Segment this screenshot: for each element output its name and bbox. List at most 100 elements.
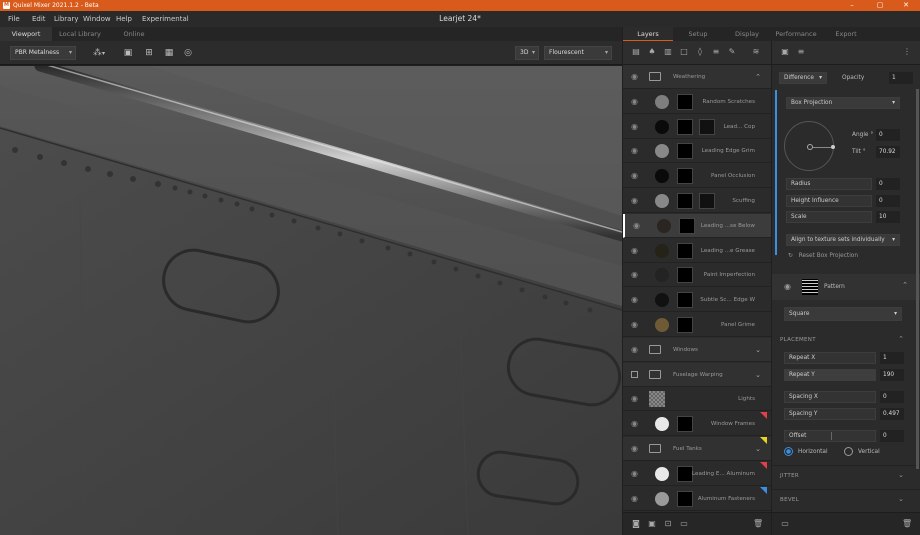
visibility-checkbox[interactable] — [631, 370, 638, 378]
layer-row[interactable]: ◉ Panel Occlusion — [623, 164, 771, 189]
layer-folder[interactable]: ◉ Weathering ⌃ — [623, 65, 771, 89]
layer-row[interactable]: ◉ Panel Grime — [623, 313, 771, 337]
eye-icon[interactable]: ◉ — [631, 313, 638, 337]
blend-mode-dropdown[interactable]: Difference ▾ — [779, 72, 827, 84]
height-influence-input[interactable]: 0 — [876, 195, 900, 207]
menu-window[interactable]: Window — [83, 11, 111, 27]
chevron-down-icon[interactable]: ⌄ — [755, 363, 761, 387]
nodes-icon[interactable]: ⁂▾ — [88, 46, 110, 60]
radius-input[interactable]: 0 — [876, 178, 900, 190]
menu-help[interactable]: Help — [116, 11, 132, 27]
spacing-x-field[interactable]: Spacing X — [784, 391, 876, 403]
more-icon[interactable]: ⋮ — [902, 47, 912, 57]
grid-3x3-icon[interactable]: ▦ — [162, 46, 176, 60]
menu-experimental[interactable]: Experimental — [142, 11, 189, 27]
scale-field[interactable]: Scale — [786, 211, 872, 223]
eye-icon[interactable]: ◉ — [631, 338, 638, 362]
eye-icon[interactable]: ◉ — [631, 288, 638, 312]
add-smart-icon[interactable]: ▣ — [647, 519, 657, 529]
layer-folder[interactable]: ◉ Windows ⌄ — [623, 337, 771, 362]
eye-icon[interactable]: ◉ — [631, 263, 638, 287]
chevron-up-icon[interactable]: ⌃ — [755, 65, 761, 89]
repeat-x-input[interactable]: 1 — [880, 352, 904, 364]
delete-layer-icon[interactable]: 🗑 — [753, 519, 763, 529]
repeat-y-field[interactable]: Repeat Y — [784, 369, 876, 381]
layer-row[interactable]: ◉ Leading E... Aluminum — [623, 461, 771, 486]
drop-icon[interactable]: ◊ — [695, 47, 705, 57]
projection-dropdown[interactable]: Box Projection ▾ — [786, 97, 900, 109]
image-icon[interactable]: ▣ — [121, 46, 135, 60]
eye-icon[interactable]: ◉ — [633, 214, 640, 238]
scale-input[interactable]: 10 — [876, 211, 900, 223]
spacing-x-input[interactable]: 0 — [880, 391, 904, 403]
chevron-down-icon[interactable]: ⌄ — [755, 338, 761, 362]
angle-input[interactable]: 0 — [876, 129, 900, 141]
eye-icon[interactable]: ◉ — [631, 412, 638, 436]
layer-row[interactable]: ◉ Leading ...e Grease — [623, 239, 771, 263]
layer-row[interactable]: ◉ Random Scratches — [623, 90, 771, 114]
close-button[interactable]: ✕ — [892, 0, 920, 11]
square-icon[interactable]: □ — [679, 47, 689, 57]
3d-viewport[interactable] — [0, 66, 622, 535]
repeat-x-field[interactable]: Repeat X — [784, 352, 876, 364]
align-dropdown[interactable]: Align to texture sets individually ▾ — [786, 234, 900, 246]
grid-2x2-icon[interactable]: ⊞ — [142, 46, 156, 60]
tab-export[interactable]: Export — [821, 27, 871, 41]
vertical-radio[interactable] — [844, 447, 853, 456]
view-mode-dropdown[interactable]: 3D ▾ — [515, 46, 539, 60]
offset-field[interactable]: Offset — [784, 430, 876, 442]
eye-icon[interactable]: ◉ — [631, 90, 638, 114]
image-icon[interactable]: ▣ — [780, 47, 790, 57]
layer-row[interactable]: ◉ Scuffing — [623, 189, 771, 213]
angle-dial[interactable] — [784, 121, 835, 171]
tab-layers[interactable]: Layers — [623, 27, 673, 41]
pattern-shape-dropdown[interactable]: Square ▾ — [784, 307, 902, 321]
eye-icon[interactable]: ◉ — [631, 462, 638, 486]
menu-library[interactable]: Library — [54, 11, 78, 27]
menu-edit[interactable]: Edit — [32, 11, 46, 27]
menu-file[interactable]: File — [8, 11, 20, 27]
stack-icon[interactable]: ≋ — [751, 47, 761, 57]
layer-folder[interactable]: Fuselage Warping ⌄ — [623, 362, 771, 387]
target-icon[interactable]: ◎ — [181, 46, 195, 60]
height-influence-field[interactable]: Height Influence — [786, 195, 872, 207]
folder-icon[interactable]: ▭ — [780, 519, 790, 529]
opacity-input[interactable]: 1 — [889, 72, 913, 84]
layer-row[interactable]: ◉ Aluminum Fasteners — [623, 486, 771, 511]
tab-local-library[interactable]: Local Library — [52, 27, 108, 41]
layer-row[interactable]: ◉ Lights — [623, 387, 771, 412]
eye-icon[interactable]: ◉ — [631, 164, 638, 188]
eye-icon[interactable]: ◉ — [631, 437, 638, 461]
eye-icon[interactable]: ◉ — [631, 139, 638, 163]
repeat-y-input[interactable]: 190 — [880, 369, 904, 381]
pattern-header[interactable]: ◉ Pattern ⌃ — [772, 274, 920, 300]
layer-row[interactable]: ◉ Subtle Sc... Edge W — [623, 288, 771, 313]
chevron-down-icon[interactable]: ⌄ — [898, 495, 904, 503]
brush-icon[interactable]: ✎ — [727, 47, 737, 57]
layer-row[interactable]: ◉ Window Frames — [623, 412, 771, 437]
spacing-y-input[interactable]: 0.497 — [880, 408, 904, 420]
fill-icon[interactable]: ▥ — [663, 47, 673, 57]
eye-icon[interactable]: ◉ — [631, 65, 638, 89]
offset-slider-handle[interactable] — [831, 432, 832, 440]
eye-icon[interactable]: ◉ — [631, 387, 638, 411]
offset-input[interactable]: 0 — [880, 430, 904, 442]
tab-performance[interactable]: Performance — [771, 27, 821, 41]
maximize-button[interactable]: ▢ — [866, 0, 894, 11]
add-folder-icon[interactable]: ▭ — [679, 519, 689, 529]
lighting-dropdown[interactable]: Flourescent ▾ — [544, 46, 612, 60]
eye-icon[interactable]: ◉ — [631, 115, 638, 139]
layer-row[interactable]: ◉ Leading Edge Grim — [623, 139, 771, 164]
minimize-button[interactable]: – — [838, 0, 866, 11]
eye-icon[interactable]: ◉ — [631, 239, 638, 263]
layer-row[interactable]: ◉ Paint Imperfection — [623, 263, 771, 288]
eye-icon[interactable]: ◉ — [631, 487, 638, 511]
material-mode-dropdown[interactable]: PBR Metalness ▾ — [10, 46, 76, 60]
tab-online[interactable]: Online — [108, 27, 160, 41]
paint-icon[interactable]: ♠ — [647, 47, 657, 57]
tab-viewport[interactable]: Viewport — [0, 27, 52, 41]
eye-icon[interactable]: ◉ — [631, 189, 638, 213]
reset-box-projection-button[interactable]: ↻ Reset Box Projection — [788, 250, 858, 262]
sliders-icon[interactable]: ≡ — [796, 47, 806, 57]
chevron-down-icon[interactable]: ⌄ — [898, 471, 904, 479]
